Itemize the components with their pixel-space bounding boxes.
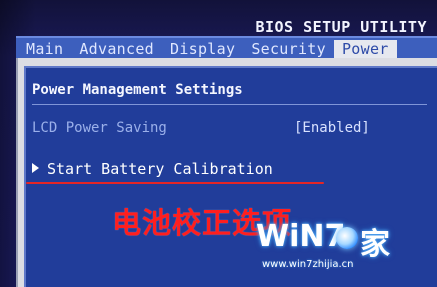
annotation-underline [26,182,324,184]
lcd-power-saving-value[interactable]: [Enabled] [294,120,370,136]
tab-security[interactable]: Security [243,40,334,58]
tab-power[interactable]: Power [333,40,397,58]
tab-main[interactable]: Main [18,40,71,58]
windows-logo-icon [336,227,358,249]
lcd-power-saving-label: LCD Power Saving [32,120,167,136]
submenu-arrow-icon [32,163,39,173]
start-battery-calibration-label: Start Battery Calibration [47,160,273,178]
bios-title: BIOS SETUP UTILITY [255,18,427,36]
tab-display[interactable]: Display [162,40,243,58]
content-frame: Power Management Settings LCD Power Savi… [16,58,437,287]
menu-bar: Main Advanced Display Security Power [16,36,437,60]
tab-advanced[interactable]: Advanced [71,40,162,58]
bios-screen: BIOS SETUP UTILITY Main Advanced Display… [0,0,437,287]
section-divider [32,104,427,105]
section-title: Power Management Settings [32,82,243,98]
settings-panel: Power Management Settings LCD Power Savi… [24,66,437,287]
watermark: WiN7 家 www.win7zhijia.cn [252,219,417,277]
watermark-url: www.win7zhijia.cn [262,259,354,270]
watermark-brand: WiN7 [256,219,346,254]
watermark-suffix: 家 [360,227,390,262]
start-battery-calibration-item[interactable]: Start Battery Calibration [32,160,273,178]
